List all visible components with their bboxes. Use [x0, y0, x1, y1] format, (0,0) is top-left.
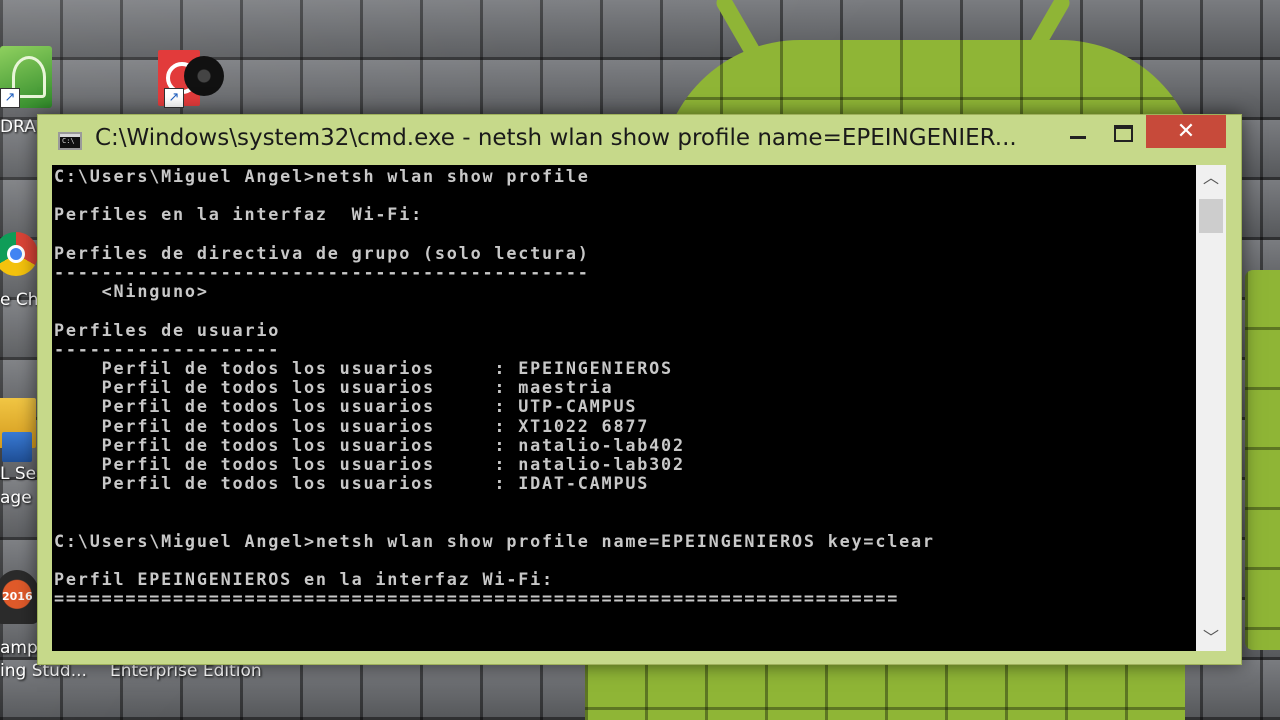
console-line: Perfil de todos los usuarios : maestria	[54, 377, 614, 398]
shortcut-arrow-icon: ↗	[164, 88, 184, 108]
cmd-app-icon[interactable]	[58, 132, 82, 150]
console-line: Perfiles de usuario	[54, 319, 281, 340]
console-line: Perfil de todos los usuarios : EPEINGENI…	[54, 358, 673, 379]
console-line: Perfiles de directiva de grupo (solo lec…	[54, 242, 590, 263]
wallpaper-android-side	[1245, 270, 1280, 650]
console-line: Perfil de todos los usuarios : IDAT-CAMP…	[54, 473, 650, 494]
console-line: -------------------	[54, 338, 281, 359]
desktop-icon-label-sql-2[interactable]: age	[0, 488, 32, 508]
console-output[interactable]: C:\Users\Miguel Angel>netsh wlan show pr…	[52, 165, 1196, 651]
maximize-button[interactable]	[1104, 115, 1140, 148]
desktop-icon-label-chrome[interactable]: e Ch	[0, 290, 39, 310]
scroll-thumb[interactable]	[1199, 199, 1223, 233]
desktop-icon-label-draw[interactable]: DRA	[0, 117, 36, 137]
console-line: Perfil de todos los usuarios : XT1022 68…	[54, 415, 650, 436]
console-line: ========================================…	[54, 588, 900, 609]
console-line: C:\Users\Miguel Angel>netsh wlan show pr…	[54, 166, 590, 186]
console-line: <Ninguno>	[54, 281, 209, 302]
scroll-up-button[interactable]: ︿	[1196, 165, 1226, 191]
disc-icon	[184, 56, 224, 96]
minimize-button[interactable]	[1060, 115, 1096, 148]
xampp-icon[interactable]: 2016	[0, 570, 40, 624]
shortcut-arrow-icon: ↗	[0, 88, 20, 108]
console-text: C:\Users\Miguel Angel>netsh wlan show pr…	[52, 165, 1196, 609]
console-line: ----------------------------------------…	[54, 262, 590, 283]
console-line: Perfil de todos los usuarios : natalio-l…	[54, 434, 685, 455]
console-line: Perfil de todos los usuarios : natalio-l…	[54, 454, 685, 475]
cmd-window[interactable]: C:\Windows\system32\cmd.exe - netsh wlan…	[37, 114, 1242, 665]
console-line: Perfil de todos los usuarios : UTP-CAMPU…	[54, 396, 638, 417]
scroll-down-button[interactable]: ﹀	[1196, 625, 1226, 651]
console-line: Perfiles en la interfaz Wi-Fi:	[54, 204, 423, 225]
console-line: C:\Users\Miguel Angel>netsh wlan show pr…	[54, 530, 935, 551]
sql-tools-icon	[2, 432, 32, 462]
xampp-badge: 2016	[2, 590, 33, 603]
vertical-scrollbar[interactable]: ︿ ﹀	[1196, 165, 1226, 651]
close-button[interactable]: ✕	[1146, 115, 1226, 148]
console-line: Perfil EPEINGENIEROS en la interfaz Wi-F…	[54, 569, 554, 590]
window-title: C:\Windows\system32\cmd.exe - netsh wlan…	[95, 125, 1017, 151]
desktop-icon-label-xampp[interactable]: amp	[0, 638, 38, 658]
window-titlebar[interactable]: C:\Windows\system32\cmd.exe - netsh wlan…	[38, 115, 1241, 167]
